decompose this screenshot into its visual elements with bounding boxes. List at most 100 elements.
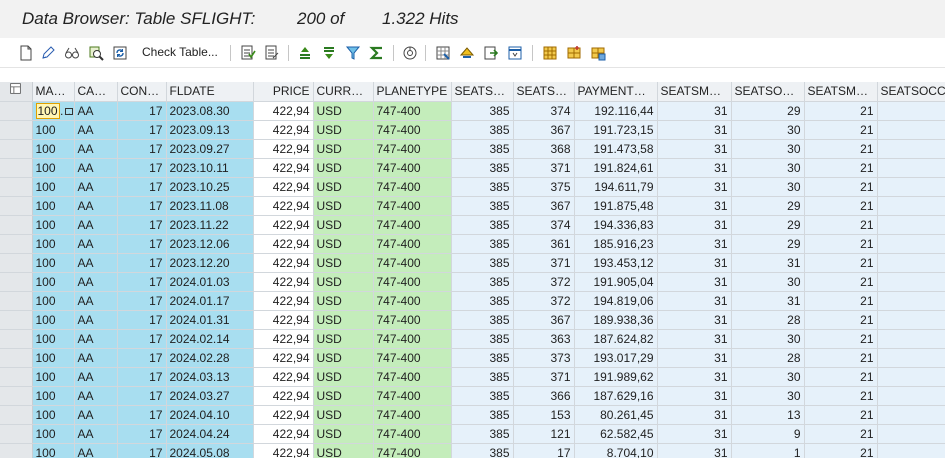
table-cell[interactable]: 31 [657,215,732,235]
table-cell[interactable]: 17 [117,215,167,235]
row-selector[interactable] [0,424,33,444]
row-selector[interactable] [0,253,33,273]
table-cell[interactable]: 1 [731,443,805,458]
table-cell[interactable]: 100 [32,348,75,368]
table-cell[interactable]: 20 [877,101,945,121]
table-cell[interactable]: 422,94 [253,272,314,292]
table-cell[interactable]: 100 [32,386,75,406]
table-cell[interactable]: 31 [657,405,732,425]
table-cell[interactable]: 422,94 [253,177,314,197]
table-cell[interactable]: USD [313,253,374,273]
table-cell[interactable]: 17 [117,443,167,458]
table-cell[interactable]: 100 [32,120,75,140]
table-cell[interactable]: 385 [451,310,514,330]
table-cell[interactable]: 17 [117,234,167,254]
table-cell[interactable]: 747-400 [373,424,452,444]
table-cell[interactable]: 747-400 [373,405,452,425]
table-cell[interactable]: 100 [32,310,75,330]
table-cell[interactable]: 194.611,79 [574,177,658,197]
grid-icon[interactable] [540,43,560,63]
table-cell[interactable]: 21 [877,120,945,140]
table-cell[interactable]: 2024.01.17 [166,291,254,311]
table-cell[interactable]: 17 [117,177,167,197]
row-selector[interactable] [0,196,33,216]
table-cell[interactable]: 2024.02.28 [166,348,254,368]
table-cell[interactable]: 31 [657,424,732,444]
table-cell[interactable]: USD [313,424,374,444]
table-cell[interactable]: 2024.01.03 [166,272,254,292]
table-cell[interactable]: 367 [513,120,575,140]
table-cell[interactable]: 747-400 [373,291,452,311]
table-cell[interactable]: 31 [657,386,732,406]
table-cell[interactable]: 385 [451,367,514,387]
table-cell[interactable]: 747-400 [373,329,452,349]
table-cell[interactable]: 385 [451,234,514,254]
table-row[interactable]: 100 AA 17 2024.02.14 422,94 USD 747-400 385 363 1… [0,329,945,349]
table-cell[interactable]: 385 [451,215,514,235]
table-cell[interactable]: 2024.01.31 [166,310,254,330]
table-cell[interactable]: USD [313,291,374,311]
row-selector[interactable] [0,348,33,368]
select-all-icon[interactable] [238,43,258,63]
table-cell[interactable]: 21 [804,348,878,368]
download-icon[interactable] [481,43,501,63]
table-cell[interactable]: USD [313,329,374,349]
table-cell[interactable]: 31 [657,139,732,159]
table-cell[interactable]: 17 [117,253,167,273]
table-cell[interactable]: 747-400 [373,367,452,387]
table-row[interactable]: 100 AA 17 2023.11.22 422,94 USD 747-400 385 374 1… [0,215,945,235]
table-cell[interactable]: 100 [32,367,75,387]
table-cell[interactable]: 193.453,12 [574,253,658,273]
sort-ascending-icon[interactable] [295,43,315,63]
table-cell[interactable]: 21 [804,424,878,444]
table-cell[interactable]: 747-400 [373,253,452,273]
table-cell[interactable]: 2024.04.24 [166,424,254,444]
table-cell[interactable]: 422,94 [253,424,314,444]
table-cell[interactable]: 367 [513,310,575,330]
alv-grid[interactable]: MAN... CARR... CONN... FLDATE PRICE CURR… [0,82,945,458]
table-cell[interactable]: 2024.04.10 [166,405,254,425]
table-cell[interactable]: 2023.08.30 [166,101,254,121]
table-cell[interactable]: 422,94 [253,367,314,387]
refresh-icon[interactable] [110,43,130,63]
table-cell[interactable]: 2024.03.13 [166,367,254,387]
table-cell[interactable]: 17 [117,348,167,368]
column-header[interactable]: SEATSM... [451,82,514,102]
table-cell[interactable]: USD [313,310,374,330]
table-cell[interactable]: 31 [657,120,732,140]
table-cell[interactable]: 31 [657,101,732,121]
table-cell[interactable]: 385 [451,386,514,406]
table-cell[interactable]: 21 [877,367,945,387]
table-cell[interactable]: 21 [804,291,878,311]
table-cell[interactable]: 371 [513,253,575,273]
table-cell[interactable]: 31 [731,253,805,273]
sum-icon[interactable] [367,43,387,63]
edit-icon[interactable] [38,43,58,63]
table-cell[interactable]: 7 [877,424,945,444]
table-cell[interactable]: 31 [731,291,805,311]
table-cell[interactable]: 21 [804,234,878,254]
table-cell[interactable]: 374 [513,215,575,235]
table-cell[interactable]: 31 [657,348,732,368]
table-cell[interactable]: 30 [731,158,805,178]
table-cell[interactable]: 21 [877,215,945,235]
table-row[interactable]: 100 AA 17 2023.08.30 422,94 USD 747-400 385 374 1… [0,101,945,121]
table-cell[interactable]: 31 [657,310,732,330]
table-cell[interactable]: 191.723,15 [574,120,658,140]
table-cell[interactable]: 371 [513,367,575,387]
table-cell[interactable]: 31 [657,367,732,387]
table-cell[interactable]: 17 [513,443,575,458]
table-cell[interactable]: 19 [877,234,945,254]
table-cell[interactable]: AA [74,405,118,425]
table-cell[interactable]: AA [74,177,118,197]
table-cell[interactable]: 30 [731,272,805,292]
table-cell[interactable]: 2023.12.20 [166,253,254,273]
table-row[interactable]: 100 AA 17 2023.09.27 422,94 USD 747-400 385 368 1… [0,139,945,159]
table-cell[interactable]: 385 [451,291,514,311]
table-cell[interactable]: AA [74,196,118,216]
table-cell[interactable]: 21 [804,101,878,121]
table-cell[interactable]: 2024.05.08 [166,443,254,458]
table-cell[interactable]: 17 [117,139,167,159]
table-cell[interactable]: 385 [451,272,514,292]
table-cell[interactable]: 17 [117,329,167,349]
